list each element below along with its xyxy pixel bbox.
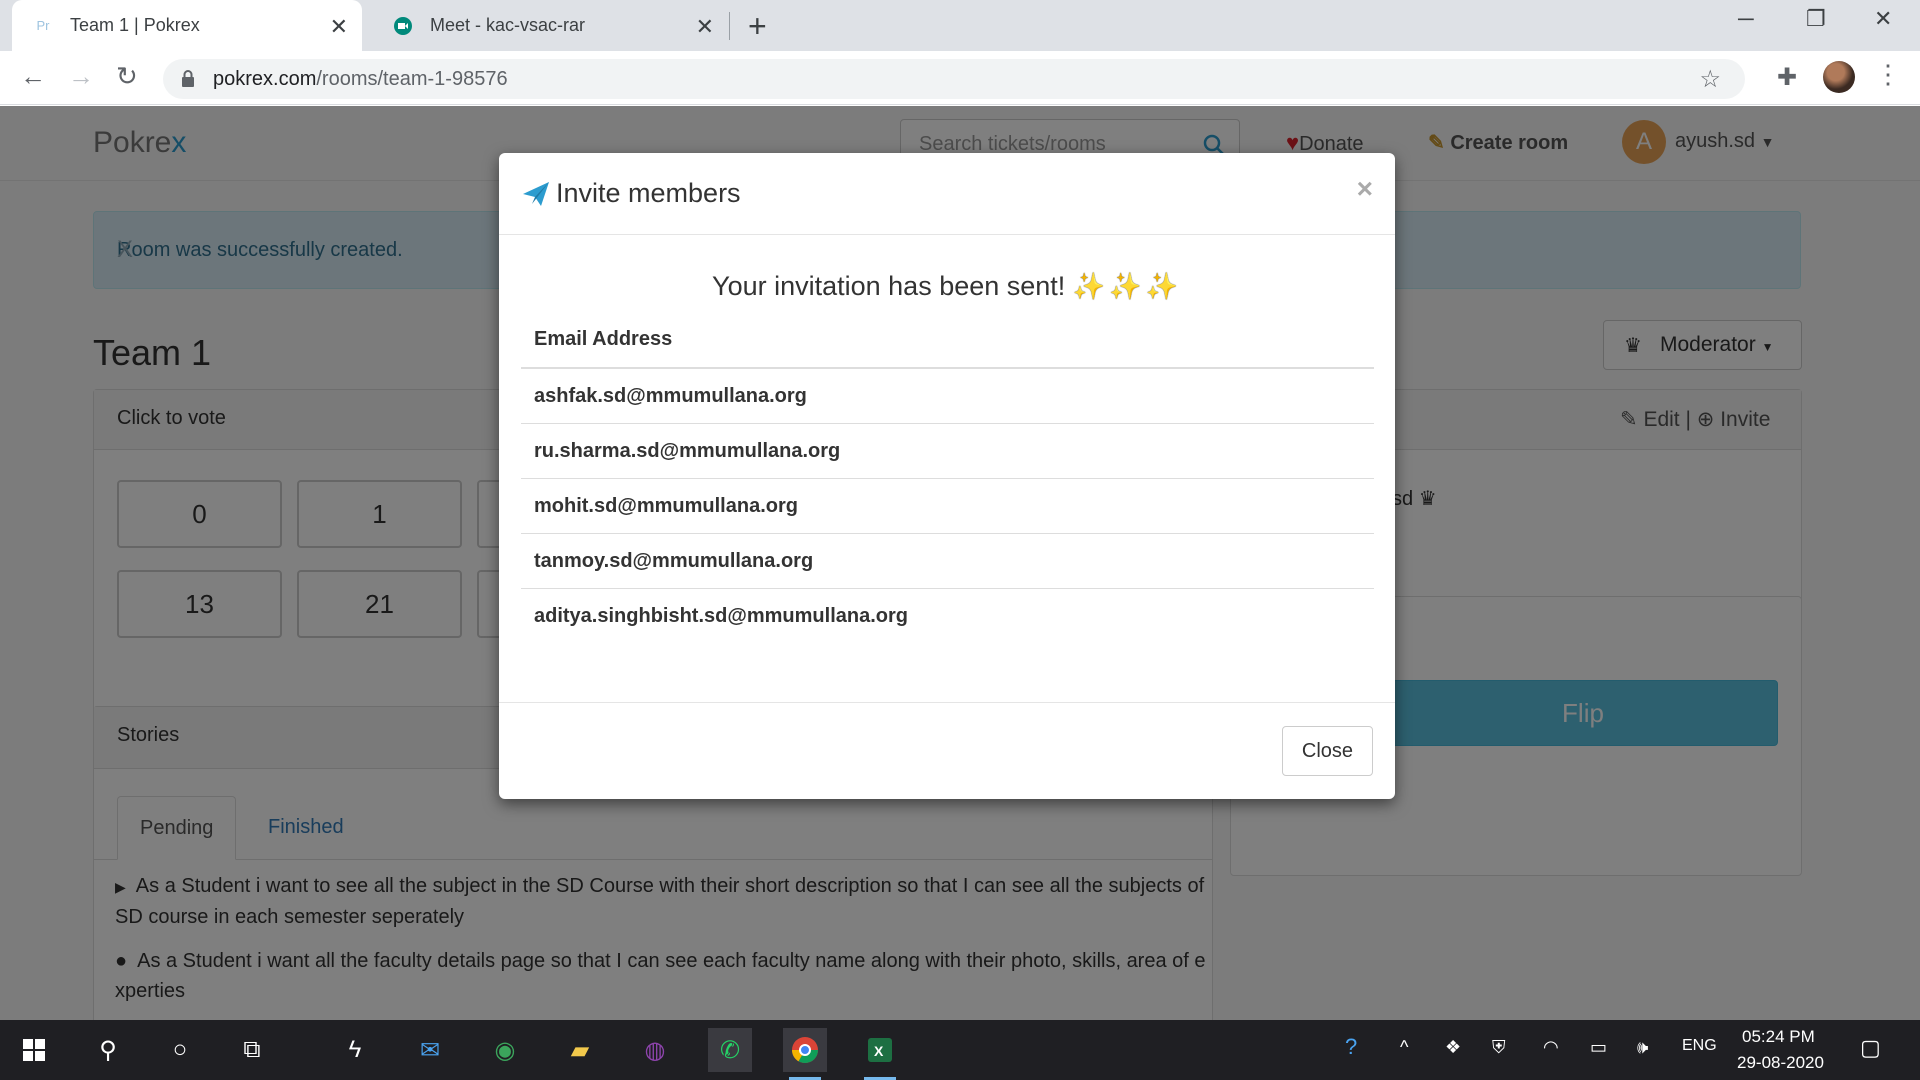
tor-browser-icon[interactable]: ◍ <box>633 1028 677 1072</box>
chrome-icon[interactable] <box>783 1028 827 1080</box>
browser-menu-icon[interactable]: ⋮ <box>1875 59 1901 90</box>
clock-date[interactable]: 29-08-2020 <box>1737 1053 1824 1073</box>
address-bar[interactable]: pokrex.com/rooms/team-1-98576 ☆ <box>163 59 1745 99</box>
browser-toolbar: ← → ↻ pokrex.com/rooms/team-1-98576 ☆ ✚ … <box>0 51 1920 105</box>
notifications-icon[interactable]: ▢ <box>1860 1035 1881 1061</box>
forward-icon[interactable]: → <box>68 61 94 92</box>
modal-header: Invite members × <box>499 153 1395 235</box>
invite-modal: Invite members × Your invitation has bee… <box>499 153 1395 799</box>
wifi-icon[interactable]: ◠ <box>1543 1037 1559 1058</box>
windows-start-icon[interactable] <box>12 1028 56 1072</box>
security-shield-icon[interactable]: ⛨ <box>1492 1037 1506 1058</box>
email-row: aditya.singhbisht.sd@mmumullana.org <box>534 605 908 627</box>
bookmark-star-icon[interactable]: ☆ <box>1699 65 1721 94</box>
tab-pokrex[interactable]: Pr Team 1 | Pokrex ✕ <box>12 0 362 51</box>
modal-close-icon[interactable]: × <box>1357 173 1373 205</box>
meet-icon <box>392 15 414 37</box>
back-icon[interactable]: ← <box>20 61 46 92</box>
email-row: mohit.sd@mmumullana.org <box>521 479 1374 534</box>
email-row: ru.sharma.sd@mmumullana.org <box>521 424 1374 479</box>
chevron-up-icon[interactable]: ^ <box>1400 1037 1408 1058</box>
url-text: pokrex.com/rooms/team-1-98576 <box>213 68 508 90</box>
windows-taskbar: ⚲ ○ ⧉ ϟ ✉ ◉ ▰ ◍ ✆ X ? ^ ❖ ⛨ ◠ ▭ 🕪 ENG 05… <box>0 1020 1920 1080</box>
restore-icon[interactable]: ❐ <box>1806 6 1826 32</box>
tab-divider <box>729 12 730 40</box>
battery-icon[interactable]: ▭ <box>1590 1037 1607 1058</box>
mail-icon[interactable]: ✉ <box>408 1028 452 1072</box>
email-row: tanmoy.sd@mmumullana.org <box>521 534 1374 589</box>
cortana-icon[interactable]: ○ <box>158 1028 202 1072</box>
invitation-sent-message: Your invitation has been sent! ✨✨✨ <box>712 271 1182 301</box>
paper-plane-icon <box>523 182 549 206</box>
sparkles-icon: ✨✨✨ <box>1072 271 1182 301</box>
modal-footer: Close <box>499 702 1395 799</box>
app-launcher-icon[interactable]: ϟ <box>333 1028 377 1072</box>
close-tab-icon[interactable]: ✕ <box>330 14 348 40</box>
close-button[interactable]: Close <box>1282 726 1373 776</box>
language-indicator[interactable]: ENG <box>1682 1037 1717 1055</box>
pokrex-favicon: Pr <box>36 18 50 33</box>
reload-icon[interactable]: ↻ <box>116 61 138 92</box>
whatsapp-icon[interactable]: ✆ <box>708 1028 752 1072</box>
extensions-icon[interactable]: ✚ <box>1777 63 1797 92</box>
close-tab-icon[interactable]: ✕ <box>696 14 714 40</box>
dropbox-icon[interactable]: ❖ <box>1445 1037 1461 1058</box>
browser-tab-strip: Pr Team 1 | Pokrex ✕ Meet - kac-vsac-rar… <box>0 0 1920 51</box>
tab-title: Meet - kac-vsac-rar <box>430 15 586 35</box>
task-view-icon[interactable]: ⧉ <box>230 1028 274 1072</box>
svg-text:X: X <box>874 1043 884 1059</box>
volume-icon[interactable]: 🕪 <box>1637 1037 1648 1058</box>
file-explorer-icon[interactable]: ▰ <box>558 1028 602 1072</box>
profile-avatar[interactable] <box>1823 61 1855 93</box>
new-tab-icon[interactable]: + <box>748 8 767 45</box>
search-icon[interactable]: ⚲ <box>86 1028 130 1072</box>
help-icon[interactable]: ? <box>1345 1034 1357 1060</box>
close-window-icon[interactable]: ✕ <box>1874 6 1892 32</box>
excel-icon[interactable]: X <box>858 1028 902 1080</box>
email-table: Email Address ashfak.sd@mmumullana.org r… <box>521 311 1374 644</box>
email-row: ashfak.sd@mmumullana.org <box>521 369 1374 424</box>
clock-time[interactable]: 05:24 PM <box>1742 1027 1815 1047</box>
tab-meet[interactable]: Meet - kac-vsac-rar ✕ <box>378 0 728 51</box>
tab-title: Team 1 | Pokrex <box>70 15 200 35</box>
modal-title: Invite members <box>556 178 741 208</box>
minimize-icon[interactable]: ─ <box>1738 6 1754 32</box>
email-column-header: Email Address <box>521 311 1374 369</box>
edge-icon[interactable]: ◉ <box>483 1028 527 1072</box>
lock-icon <box>182 70 194 87</box>
